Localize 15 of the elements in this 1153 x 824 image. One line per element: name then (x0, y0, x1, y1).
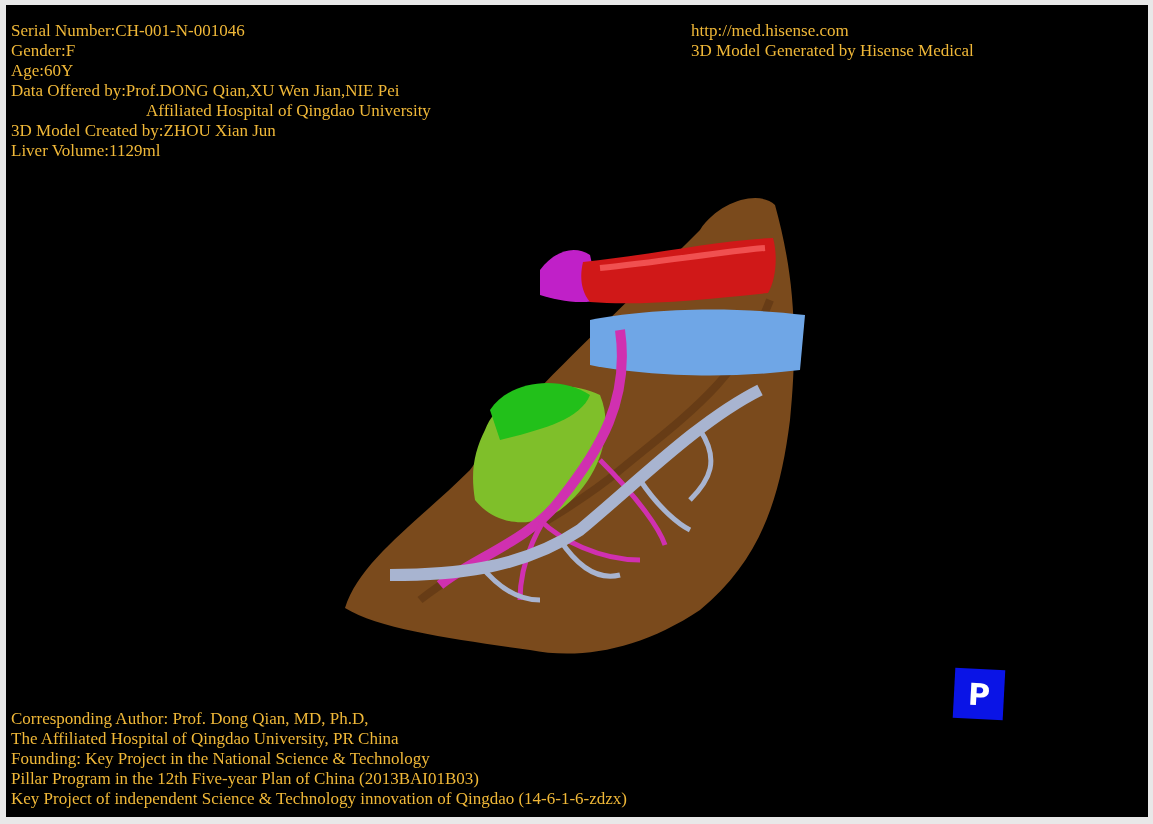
info-text: Liver Volume:1129ml (11, 141, 161, 161)
info-text: 3D Model Created by:ZHOU Xian Jun (11, 121, 276, 141)
credit-text: The Affiliated Hospital of Qingdao University, PR China (11, 729, 399, 749)
credit-text: Corresponding Author: Prof. Dong Qian, MD, Ph.D, (11, 709, 369, 729)
credit-text: Key Project of independent Science & Technology innovation of Qingdao (14-6-1-6-zdzx) (11, 789, 627, 809)
credit-text: Pillar Program in the 12th Five-year Plan of China (2013BAI01B03) (11, 769, 479, 789)
info-text: Data Offered by:Prof.DONG Qian,XU Wen Jian,NIE Pei (11, 81, 400, 101)
info-text: Age:60Y (11, 61, 74, 81)
credit-text: 3D Model Generated by Hisense Medical (691, 41, 974, 61)
info-text: Affiliated Hospital of Qingdao University (146, 101, 431, 121)
credit-text: Founding: Key Project in the National Science & Technology (11, 749, 430, 769)
orientation-cube[interactable]: P (952, 667, 1006, 721)
website-link[interactable]: http://med.hisense.com (691, 21, 849, 41)
info-text: Gender:F (11, 41, 76, 61)
info-text: Serial Number:CH-001-N-001046 (11, 21, 245, 41)
